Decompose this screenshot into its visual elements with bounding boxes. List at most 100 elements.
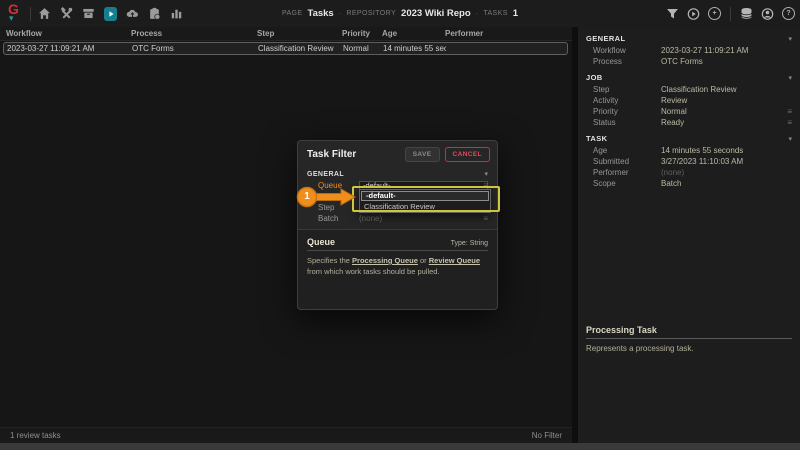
sidebar-section-job[interactable]: JOB ▾ xyxy=(586,71,792,84)
detail-label: Step xyxy=(593,85,610,94)
breadcrumb-repo-label: REPOSITORY xyxy=(346,10,397,17)
play-circle-icon[interactable] xyxy=(687,7,700,20)
dropdown-option-default[interactable]: -default- xyxy=(361,191,489,201)
detail-row-status: Status Ready ≡ xyxy=(586,117,792,128)
sidebar-section-task[interactable]: TASK ▾ xyxy=(586,132,792,145)
topbar-right-icons: + ? xyxy=(666,0,795,27)
breadcrumb-tasks-count: 1 xyxy=(512,8,519,19)
detail-value: 3/27/2023 11:10:03 AM xyxy=(661,157,744,166)
bottom-strip xyxy=(0,443,800,450)
field-label-batch: Batch xyxy=(318,214,339,223)
chevron-down-icon[interactable]: ▾ xyxy=(484,170,488,178)
task-filter-dialog: Task Filter SAVE CANCEL GENERAL ▾ Queue … xyxy=(297,140,500,310)
detail-row-submitted: Submitted 3/27/2023 11:10:03 AM xyxy=(586,156,792,167)
save-button[interactable]: SAVE xyxy=(404,147,440,162)
detail-row-step: Step Classification Review xyxy=(586,84,792,95)
status-filter-state[interactable]: No Filter xyxy=(532,431,562,440)
archive-box-icon[interactable] xyxy=(82,7,95,20)
app-logo[interactable]: G ▾ xyxy=(0,0,27,27)
help-description: Specifies the Processing Queue or Review… xyxy=(307,255,488,278)
breadcrumb-repo-value[interactable]: 2023 Wiki Repo xyxy=(401,8,471,19)
review-queue-link[interactable]: Review Queue xyxy=(429,256,480,265)
detail-row-activity: Activity Review xyxy=(586,95,792,106)
tools-icon[interactable] xyxy=(60,7,73,20)
dialog-help-panel: Queue Type: String Specifies the Process… xyxy=(298,229,497,309)
detail-value: 2023-03-27 11:09:21 AM xyxy=(661,46,749,55)
section-title: TASK xyxy=(586,134,608,143)
topbar-left-icons xyxy=(38,6,183,21)
table-header: Workflow Process Step Priority Age Perfo… xyxy=(0,27,572,41)
cell-age: 14 minutes 55 seco... xyxy=(383,44,446,53)
detail-value: OTC Forms xyxy=(661,57,703,66)
field-label-queue: Queue xyxy=(318,181,343,190)
column-header-performer[interactable]: Performer xyxy=(445,29,572,38)
field-label-process: Process xyxy=(318,192,347,201)
logo-chevron-icon: ▾ xyxy=(9,13,14,23)
queue-dropdown-list: -default- Classification Review xyxy=(359,189,491,213)
field-label-step: Step xyxy=(318,203,335,212)
detail-value: Normal xyxy=(661,107,687,116)
breadcrumb-page-label: PAGE xyxy=(281,10,303,17)
clipboard-icon[interactable] xyxy=(148,7,161,20)
menu-icon[interactable]: ≡ xyxy=(483,214,488,223)
details-sidebar: GENERAL ▾ Workflow 2023-03-27 11:09:21 A… xyxy=(578,27,800,443)
app-window: G ▾ PAGE Tasks · REPOSITORY 2023 Wiki Re… xyxy=(0,0,800,450)
section-title: JOB xyxy=(586,73,603,82)
chevron-down-icon[interactable]: ▾ xyxy=(788,74,792,82)
cell-step: Classification Review xyxy=(258,44,334,53)
detail-value: Ready xyxy=(661,118,685,127)
column-header-process[interactable]: Process xyxy=(131,29,257,38)
account-icon[interactable] xyxy=(761,7,774,20)
batches-icon-active[interactable] xyxy=(104,6,117,21)
menu-icon[interactable]: ≡ xyxy=(787,107,792,116)
cancel-button[interactable]: CANCEL xyxy=(444,147,490,162)
detail-value: (none) xyxy=(661,168,685,177)
database-icon[interactable] xyxy=(740,7,753,20)
add-icon[interactable]: + xyxy=(708,7,721,20)
help-icon[interactable]: ? xyxy=(782,7,795,20)
column-header-workflow[interactable]: Workflow xyxy=(6,29,131,38)
filter-icon[interactable] xyxy=(666,7,679,20)
detail-value: Classification Review xyxy=(661,85,737,94)
home-icon[interactable] xyxy=(38,7,51,20)
help-text-segment: Specifies the xyxy=(307,256,353,265)
chevron-down-icon[interactable]: ▾ xyxy=(788,35,792,43)
bar-chart-icon[interactable] xyxy=(170,7,183,20)
dialog-title: Task Filter xyxy=(307,149,357,160)
processing-queue-link[interactable]: Processing Queue xyxy=(352,256,418,265)
detail-label: Status xyxy=(593,118,616,127)
dialog-section-general[interactable]: GENERAL ▾ xyxy=(298,166,497,180)
cell-workflow: 2023-03-27 11:09:21 AM xyxy=(7,44,95,53)
dropdown-option-classification-review[interactable]: Classification Review xyxy=(360,202,490,212)
dialog-header: Task Filter SAVE CANCEL xyxy=(298,141,497,166)
cloud-upload-icon[interactable] xyxy=(126,7,139,20)
breadcrumb-tasks-label: TASKS xyxy=(483,10,508,17)
breadcrumb-separator: · xyxy=(475,9,479,18)
breadcrumb-page-value[interactable]: Tasks xyxy=(307,8,333,19)
column-header-step[interactable]: Step xyxy=(257,29,342,38)
detail-value: Batch xyxy=(661,179,682,188)
help-text: Represents a processing task. xyxy=(586,344,694,353)
batch-value: (none) xyxy=(359,214,383,223)
detail-label: Performer xyxy=(593,168,629,177)
table-row-selected[interactable]: 2023-03-27 11:09:21 AM OTC Forms Classif… xyxy=(3,42,568,55)
detail-row-priority: Priority Normal ≡ xyxy=(586,106,792,117)
help-title: Processing Task xyxy=(586,325,792,339)
section-title: GENERAL xyxy=(586,34,626,43)
status-bar: 1 review tasks No Filter xyxy=(0,427,572,443)
detail-row-process: Process OTC Forms xyxy=(586,56,792,67)
detail-row-age: Age 14 minutes 55 seconds xyxy=(586,145,792,156)
sidebar-section-general[interactable]: GENERAL ▾ xyxy=(586,32,792,45)
chevron-down-icon[interactable]: ▾ xyxy=(788,135,792,143)
help-text-segment: or xyxy=(417,256,429,265)
menu-icon[interactable]: ≡ xyxy=(787,118,792,127)
breadcrumb: PAGE Tasks · REPOSITORY 2023 Wiki Repo ·… xyxy=(282,0,518,27)
detail-row-workflow: Workflow 2023-03-27 11:09:21 AM xyxy=(586,45,792,56)
column-header-priority[interactable]: Priority xyxy=(342,29,382,38)
help-text-segment: from which work tasks should be pulled. xyxy=(307,267,440,277)
detail-label: Workflow xyxy=(593,46,626,55)
detail-label: Priority xyxy=(593,107,618,116)
column-header-age[interactable]: Age xyxy=(382,29,445,38)
topbar-divider xyxy=(30,6,31,21)
breadcrumb-separator: · xyxy=(338,9,342,18)
